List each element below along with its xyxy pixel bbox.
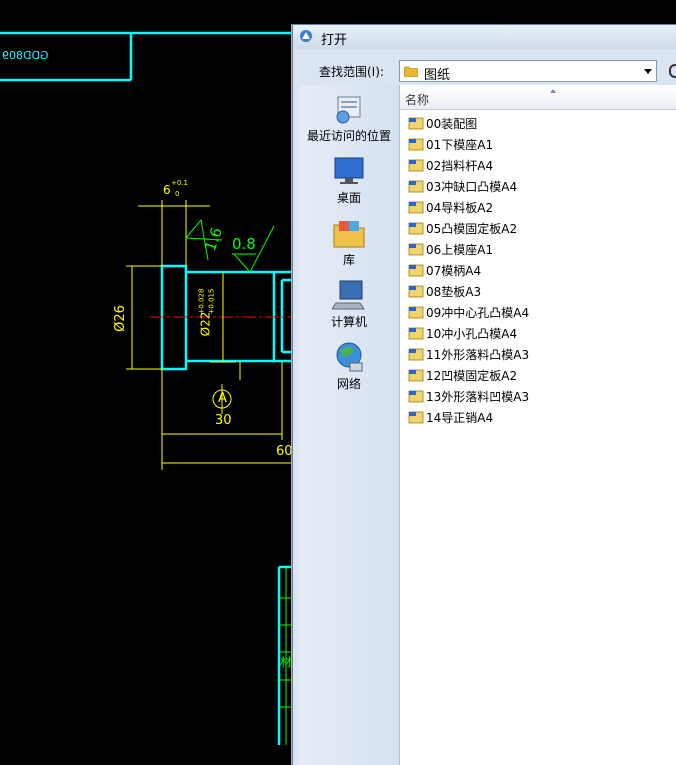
dialog-titlebar[interactable]: 打开: [293, 25, 676, 49]
dwg-file-icon: [408, 285, 424, 298]
dwg-file-icon: [408, 201, 424, 214]
file-name: 08垫板A3: [426, 285, 482, 299]
file-name: 04导料板A2: [426, 201, 494, 215]
place-network-label: 网络: [336, 377, 361, 391]
desktop-icon: [334, 157, 364, 184]
place-recent-label: 最近访问的位置: [306, 129, 391, 143]
place-libraries[interactable]: 库: [299, 217, 399, 268]
dwg-file-icon: [408, 306, 424, 319]
title-block-text: GDD809: [2, 49, 49, 62]
dwg-file-icon: [408, 243, 424, 256]
file-name: 05凸模固定板A2: [426, 222, 518, 236]
file-name: 02挡料杆A4: [426, 159, 494, 173]
place-computer[interactable]: 计算机: [299, 279, 399, 330]
open-file-dialog: 打开 查找范围(I): 图纸 最近访问的位置 桌面 库 计算机 网络 名称 00…: [292, 24, 676, 765]
dwg-file-icon: [408, 138, 424, 151]
back-button[interactable]: [669, 64, 676, 78]
file-row[interactable]: 06上模座A1: [406, 239, 666, 259]
dwg-file-icon: [408, 390, 424, 403]
dim-left-diameter: Ø26: [112, 305, 128, 332]
dwg-file-icon: [408, 327, 424, 340]
dwg-file-icon: [408, 222, 424, 235]
file-row[interactable]: 10冲小孔凸模A4: [406, 323, 666, 343]
part-outline: [160, 264, 292, 745]
libraries-icon: [333, 221, 365, 248]
folder-icon: [404, 66, 418, 77]
dim-inner-tol-upper: +0.028: [197, 288, 206, 315]
computer-icon: [332, 280, 365, 310]
file-row[interactable]: 11外形落料凸模A3: [406, 344, 666, 364]
dim-top-tol-upper: +0.1: [171, 179, 188, 187]
file-name: 06上模座A1: [426, 243, 494, 257]
file-row[interactable]: 05凸模固定板A2: [406, 218, 666, 238]
roughness-symbols: [185, 218, 275, 273]
dim-top-value: 6: [163, 183, 171, 197]
dim-length-60: 60: [276, 444, 293, 459]
file-name: 01下模座A1: [426, 138, 494, 152]
chevron-down-icon: [644, 69, 652, 74]
file-row[interactable]: 07模柄A4: [406, 260, 666, 280]
file-row[interactable]: 04导料板A2: [406, 197, 666, 217]
file-name: 11外形落料凸模A3: [426, 348, 530, 362]
datum-label: A: [218, 391, 227, 406]
place-recent[interactable]: 最近访问的位置: [299, 93, 399, 144]
place-computer-label: 计算机: [330, 315, 367, 329]
places-bar: 最近访问的位置 桌面 库 计算机 网络: [299, 85, 399, 765]
roughness-value-2: 0.8: [232, 235, 256, 253]
file-row[interactable]: 14导正销A4: [406, 407, 666, 427]
dwg-file-icon: [408, 369, 424, 382]
file-name: 14导正销A4: [426, 411, 494, 425]
dim-length-30: 30: [215, 413, 232, 428]
lookin-label: 查找范围(I):: [319, 65, 384, 79]
file-name: 00装配图: [426, 117, 478, 131]
file-row[interactable]: 08垫板A3: [406, 281, 666, 301]
dialog-title: 打开: [321, 33, 348, 48]
network-icon: [336, 342, 363, 372]
dim-inner-diameter: Ø22: [198, 311, 213, 337]
place-desktop-label: 桌面: [336, 191, 361, 205]
file-list[interactable]: 名称 00装配图 01下模座A1 02挡料杆A4 03冲缺口凸模A4 04导料板A2 05…: [399, 85, 676, 765]
file-row[interactable]: 03冲缺口凸模A4: [406, 176, 666, 196]
dwg-file-icon: [408, 411, 424, 424]
file-name: 09冲中心孔凸模A4: [426, 306, 530, 320]
file-name: 07模柄A4: [426, 264, 482, 278]
column-header-label: 名称: [405, 93, 430, 107]
dim-top-tol-lower: 0: [175, 190, 180, 198]
lookin-dropdown[interactable]: 图纸: [399, 60, 657, 83]
file-row[interactable]: 01下模座A1: [406, 134, 666, 154]
dwg-file-icon: [408, 159, 424, 172]
file-row[interactable]: 00装配图: [406, 113, 666, 133]
dwg-file-icon: [408, 180, 424, 193]
file-row[interactable]: 02挡料杆A4: [406, 155, 666, 175]
file-row[interactable]: 13外形落料凹模A3: [406, 386, 666, 406]
place-desktop[interactable]: 桌面: [299, 155, 399, 206]
file-name: 10冲小孔凸模A4: [426, 327, 518, 341]
file-row[interactable]: 12凹模固定板A2: [406, 365, 666, 385]
place-network[interactable]: 网络: [299, 341, 399, 392]
column-header-name[interactable]: 名称: [400, 87, 676, 110]
table-side-text: 材: [280, 655, 293, 669]
dwg-file-icon: [408, 117, 424, 130]
place-libraries-label: 库: [342, 253, 355, 267]
file-row[interactable]: 09冲中心孔凸模A4: [406, 302, 666, 322]
app-icon: [300, 30, 312, 42]
file-name: 12凹模固定板A2: [426, 369, 518, 383]
dwg-file-icon: [408, 264, 424, 277]
file-name: 13外形落料凹模A3: [426, 390, 530, 404]
sort-arrow-icon: [550, 89, 556, 93]
dwg-file-icon: [408, 348, 424, 361]
file-name: 03冲缺口凸模A4: [426, 180, 518, 194]
dim-inner-tol-lower: +0.015: [207, 288, 216, 315]
lookin-value: 图纸: [424, 68, 451, 83]
recent-places-icon: [336, 96, 361, 124]
